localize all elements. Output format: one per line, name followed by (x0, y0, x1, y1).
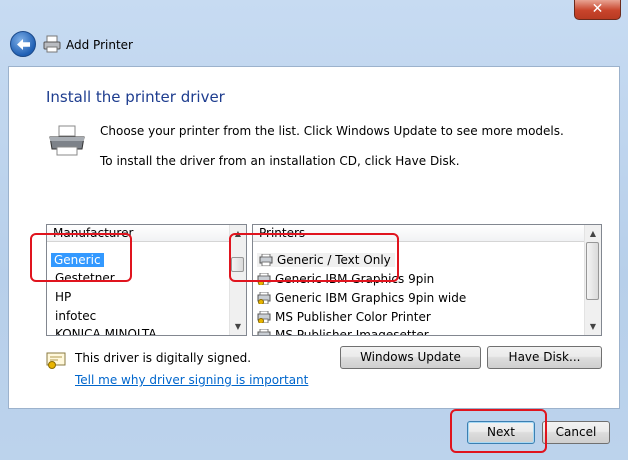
highlight-manufacturer (30, 233, 132, 282)
window-title: Add Printer (66, 38, 133, 52)
instructions-models: Choose your printer from the list. Click… (100, 124, 564, 138)
scroll-up-arrow-icon[interactable]: ▲ (585, 225, 601, 242)
page-title: Install the printer driver (46, 88, 225, 106)
windows-update-button[interactable]: Windows Update (340, 346, 481, 369)
highlight-printer (229, 233, 399, 282)
printer-item-ms-publisher-imagesetter[interactable]: MS Publisher Imagesetter (257, 326, 429, 336)
manufacturer-item-hp[interactable]: HP (55, 288, 71, 306)
printer-icon (43, 35, 61, 53)
scroll-thumb[interactable] (586, 242, 599, 300)
cancel-button[interactable]: Cancel (542, 421, 610, 444)
printer-scrollbar[interactable]: ▲ ▼ (584, 225, 601, 335)
manufacturer-item-konica-minolta[interactable]: KONICA MINOLTA (55, 325, 157, 335)
signature-status: This driver is digitally signed. (75, 351, 252, 365)
printer-item-ibm-9pin-wide[interactable]: Generic IBM Graphics 9pin wide (257, 289, 466, 307)
have-disk-button[interactable]: Have Disk... (487, 346, 602, 369)
highlight-next-button (450, 409, 547, 453)
printer-item-label: Generic IBM Graphics 9pin wide (275, 291, 467, 305)
window-frame: ✕ Add Printer Install the printer driver… (0, 0, 628, 460)
printer-item-label: MS Publisher Color Printer (275, 310, 431, 324)
back-button[interactable] (10, 31, 36, 57)
close-button[interactable]: ✕ (574, 0, 621, 20)
printer-driver-icon (257, 310, 271, 324)
printer-item-ms-publisher-color[interactable]: MS Publisher Color Printer (257, 308, 431, 326)
scroll-down-arrow-icon[interactable]: ▼ (585, 318, 601, 335)
scroll-down-arrow-icon[interactable]: ▼ (230, 318, 246, 335)
printer-driver-icon (257, 291, 271, 305)
printer-driver-icon (257, 328, 271, 335)
instructions-have-disk: To install the driver from an installati… (100, 154, 460, 168)
back-arrow-icon (17, 39, 30, 50)
printer-item-label: MS Publisher Imagesetter (275, 328, 429, 336)
driver-signing-link[interactable]: Tell me why driver signing is important (75, 373, 308, 387)
certificate-icon (46, 352, 66, 369)
printer-large-icon (49, 125, 85, 156)
manufacturer-item-infotec[interactable]: infotec (55, 307, 96, 325)
